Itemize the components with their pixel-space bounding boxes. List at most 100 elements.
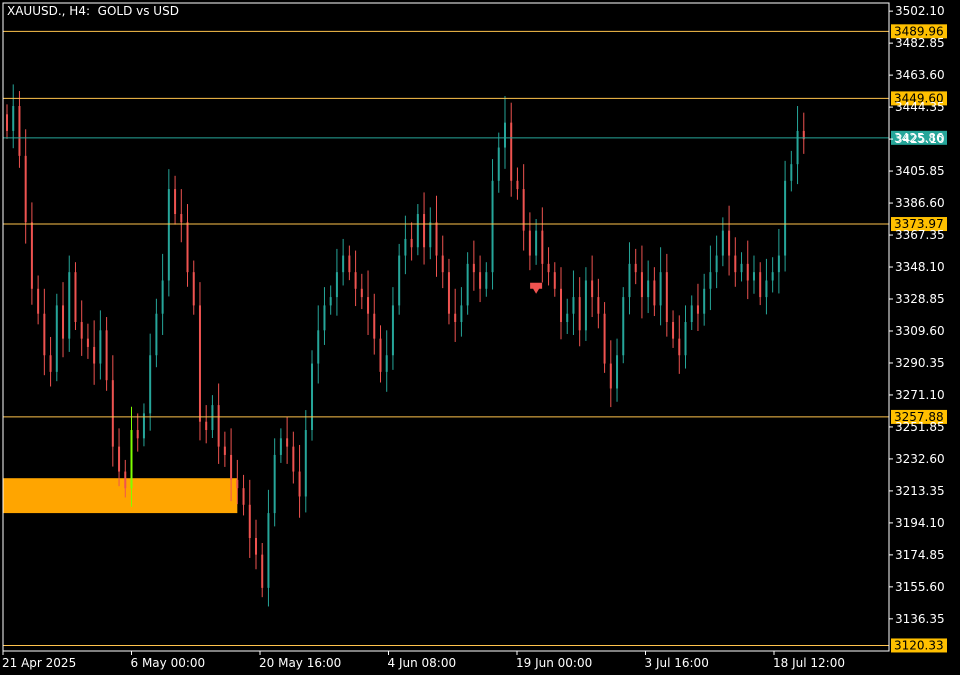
candle-body: [665, 272, 668, 323]
candle-body: [111, 380, 114, 447]
x-tick-label: 20 May 16:00: [259, 656, 341, 670]
candle-body: [771, 272, 774, 281]
candle: [342, 238, 345, 286]
candle-body: [777, 255, 780, 273]
price-chart[interactable]: 3489.963449.603373.973257.883120.333425.…: [0, 0, 960, 675]
candle: [273, 438, 276, 527]
candle: [304, 410, 307, 513]
candle: [317, 305, 320, 384]
candle-body: [311, 363, 314, 431]
candle-body: [136, 430, 139, 439]
candle: [435, 195, 438, 277]
candle-body: [161, 280, 164, 314]
candle: [429, 207, 432, 260]
candles: [6, 84, 805, 607]
candle: [74, 262, 77, 330]
candle: [186, 204, 189, 287]
candle: [609, 340, 612, 408]
candle-body: [647, 280, 650, 298]
y-tick-label: 3309.60: [895, 324, 945, 338]
candle-body: [547, 263, 550, 273]
candle: [553, 262, 556, 297]
candle: [659, 247, 662, 326]
candle-body: [447, 272, 450, 314]
candle-body: [715, 255, 718, 273]
candle: [174, 175, 177, 225]
candle-body: [354, 272, 357, 289]
candle-body: [616, 355, 619, 389]
candle: [485, 262, 488, 297]
y-tick-label: 3444.35: [895, 100, 945, 114]
candle: [360, 273, 363, 310]
candle-body: [597, 297, 600, 314]
candle-body: [74, 272, 77, 323]
candle-body: [460, 305, 463, 323]
candle-body: [740, 263, 743, 273]
candle-body: [454, 313, 457, 323]
candle-body: [628, 263, 631, 298]
candle: [541, 207, 544, 283]
candle: [379, 325, 382, 383]
candle-body: [367, 297, 370, 314]
candle: [759, 262, 762, 306]
candle-body: [746, 263, 749, 281]
price-level-3489-96: 3489.96: [3, 24, 947, 39]
candle-body: [118, 446, 121, 472]
candle: [43, 288, 46, 376]
candle-body: [659, 272, 662, 306]
candle-body: [360, 288, 363, 298]
candle: [149, 333, 152, 431]
candle-body: [535, 230, 538, 256]
candle-body: [385, 355, 388, 372]
candle-body: [99, 330, 102, 364]
candle-body: [640, 272, 643, 298]
candle-body: [578, 297, 581, 331]
candle: [535, 219, 538, 265]
candle: [286, 416, 289, 464]
candle-body: [510, 122, 513, 181]
candle-body: [62, 305, 65, 339]
y-tick-label: 3271.10: [895, 388, 945, 402]
candle-body: [553, 272, 556, 289]
candle-body: [149, 355, 152, 414]
candle-body: [329, 297, 332, 306]
candle: [734, 237, 737, 287]
candle-body: [80, 322, 83, 339]
candle: [591, 255, 594, 318]
y-tick-label: 3232.60: [895, 452, 945, 466]
candle: [136, 413, 139, 452]
candle: [105, 317, 108, 391]
candle: [217, 383, 220, 464]
candle-body: [479, 272, 482, 289]
symbol-timeframe: XAUUSD., H4:: [7, 4, 90, 18]
candle-body: [609, 363, 612, 389]
candle-body: [373, 313, 376, 339]
candle-body: [242, 488, 245, 505]
price-level-3120-33: 3120.33: [3, 638, 947, 653]
candle: [354, 250, 357, 307]
candle-body: [304, 430, 307, 497]
price-level-3373-97: 3373.97: [3, 217, 947, 232]
candle: [796, 106, 799, 185]
candle-body: [703, 288, 706, 314]
candle-body: [728, 230, 731, 256]
candle: [572, 270, 575, 335]
demand-zone: [3, 478, 238, 514]
candle: [472, 240, 475, 291]
candle-body: [254, 538, 257, 555]
y-tick-label: 3155.60: [895, 580, 945, 594]
candle-body: [155, 313, 158, 356]
price-levels[interactable]: 3489.963449.603373.973257.883120.333425.…: [3, 24, 947, 653]
candle: [790, 150, 793, 192]
candle: [703, 273, 706, 326]
candle: [329, 285, 332, 315]
y-tick-label: 3502.10: [895, 4, 945, 18]
candle: [62, 282, 65, 358]
candle: [721, 217, 724, 267]
candle: [684, 305, 687, 369]
candle: [466, 252, 469, 315]
y-tick-label: 3251.85: [895, 420, 945, 434]
candle: [740, 252, 743, 282]
candle: [709, 245, 712, 311]
x-tick-label: 18 Jul 12:00: [773, 656, 845, 670]
